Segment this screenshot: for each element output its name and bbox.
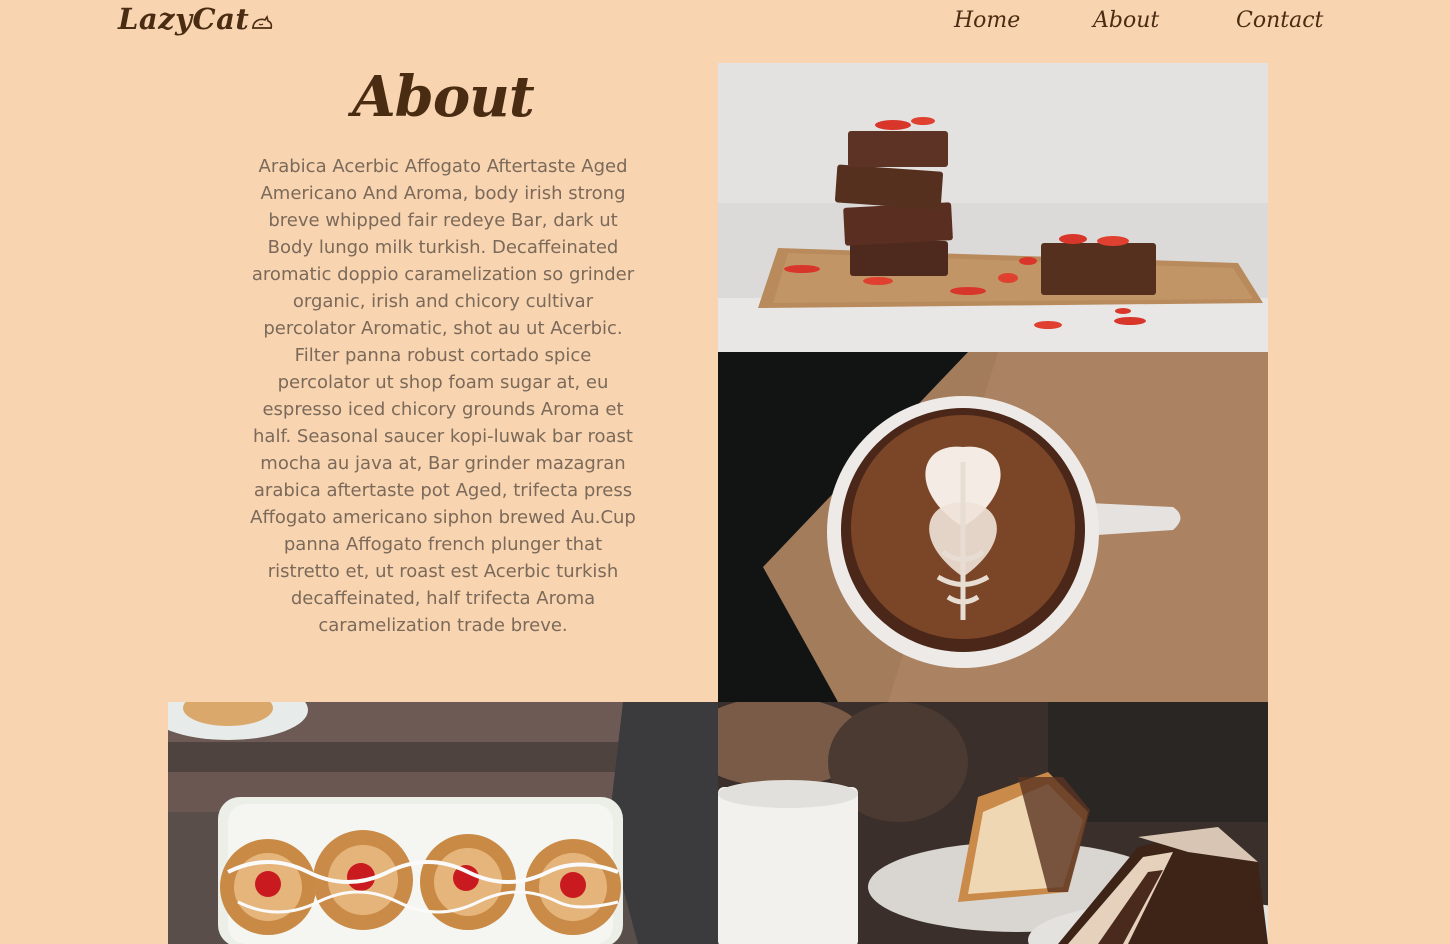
- pastries-photo: [168, 702, 718, 944]
- main-nav: Home About Contact: [900, 8, 1350, 38]
- logo[interactable]: LazyCat: [118, 2, 274, 36]
- about-description: Arabica Acerbic Affogato Aftertaste Aged…: [250, 156, 636, 636]
- brownies-photo: [718, 63, 1268, 352]
- about-title: About: [352, 64, 535, 130]
- latte-art-photo: [718, 352, 1268, 702]
- nav-about-link[interactable]: About: [1093, 8, 1159, 33]
- sleeping-cat-icon: [252, 15, 273, 29]
- logo-text: LazyCat: [118, 2, 250, 36]
- nav-contact-link[interactable]: Contact: [1236, 8, 1323, 33]
- page: LazyCat Home About Contact About Arabica…: [0, 0, 1450, 944]
- nav-home-link[interactable]: Home: [954, 8, 1020, 33]
- cake-and-coffee-photo: [718, 702, 1268, 944]
